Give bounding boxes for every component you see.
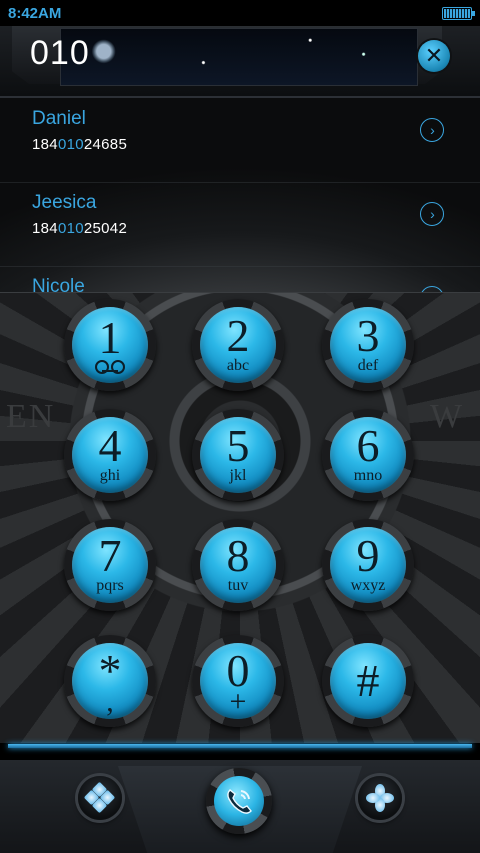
contact-row[interactable]: Daniel 18401024685 › bbox=[0, 98, 480, 183]
key-hash[interactable]: # bbox=[322, 635, 414, 727]
clear-button[interactable]: ✕ bbox=[418, 40, 450, 72]
key-7[interactable]: 7 pqrs bbox=[64, 519, 156, 611]
chevron-right-icon: › bbox=[430, 206, 435, 222]
dial-number-display[interactable]: 010 bbox=[30, 34, 90, 73]
key-8[interactable]: 8 tuv bbox=[192, 519, 284, 611]
key-star[interactable]: *, bbox=[64, 635, 156, 727]
dial-keypad: EN W 1 2 abc 3 def 4 ghi 5 jkl 6 mno 7 pqrs 8t… bbox=[0, 292, 480, 743]
status-bar: 8:42AM bbox=[0, 0, 480, 26]
key-6[interactable]: 6 mno bbox=[322, 409, 414, 501]
contact-row[interactable]: Nicole › bbox=[0, 266, 480, 294]
contact-details-button[interactable]: › bbox=[420, 202, 444, 226]
chevron-right-icon: › bbox=[430, 122, 435, 138]
contact-number: 18401025042 bbox=[32, 220, 128, 237]
header-space-image bbox=[60, 28, 418, 86]
menu-button[interactable] bbox=[358, 776, 402, 820]
status-time: 8:42AM bbox=[8, 4, 62, 22]
diamond-grid-button[interactable] bbox=[78, 776, 122, 820]
key-2[interactable]: 2 abc bbox=[192, 299, 284, 391]
key-5[interactable]: 5 jkl bbox=[192, 409, 284, 501]
key-0[interactable]: 0 + bbox=[192, 635, 284, 727]
contact-name: Daniel bbox=[32, 108, 86, 129]
key-1[interactable]: 1 bbox=[64, 299, 156, 391]
contact-name: Jeesica bbox=[32, 192, 97, 213]
key-4[interactable]: 4 ghi bbox=[64, 409, 156, 501]
phone-call-icon bbox=[227, 789, 252, 814]
voicemail-icon bbox=[95, 360, 125, 374]
contact-number: 18401024685 bbox=[32, 136, 128, 153]
contact-suggestions: Daniel 18401024685 › Jeesica 18401025042… bbox=[0, 98, 480, 294]
call-button[interactable] bbox=[206, 768, 272, 834]
battery-level bbox=[444, 8, 470, 18]
bottom-bar bbox=[0, 760, 480, 853]
key-9[interactable]: 9 wxyz bbox=[322, 519, 414, 611]
key-3[interactable]: 3 def bbox=[322, 299, 414, 391]
battery-icon bbox=[442, 6, 475, 20]
diamond-grid-icon bbox=[83, 781, 116, 814]
dial-input-header: 010 ✕ bbox=[0, 26, 480, 98]
keypad-background-text-left: EN bbox=[6, 398, 56, 435]
contact-row[interactable]: Jeesica 18401025042 › bbox=[0, 182, 480, 267]
contact-details-button[interactable]: › bbox=[420, 118, 444, 142]
keypad-background-text-right: W bbox=[430, 398, 465, 435]
keypad-divider bbox=[8, 744, 472, 748]
flower-icon bbox=[366, 784, 394, 812]
close-icon: ✕ bbox=[424, 43, 444, 68]
